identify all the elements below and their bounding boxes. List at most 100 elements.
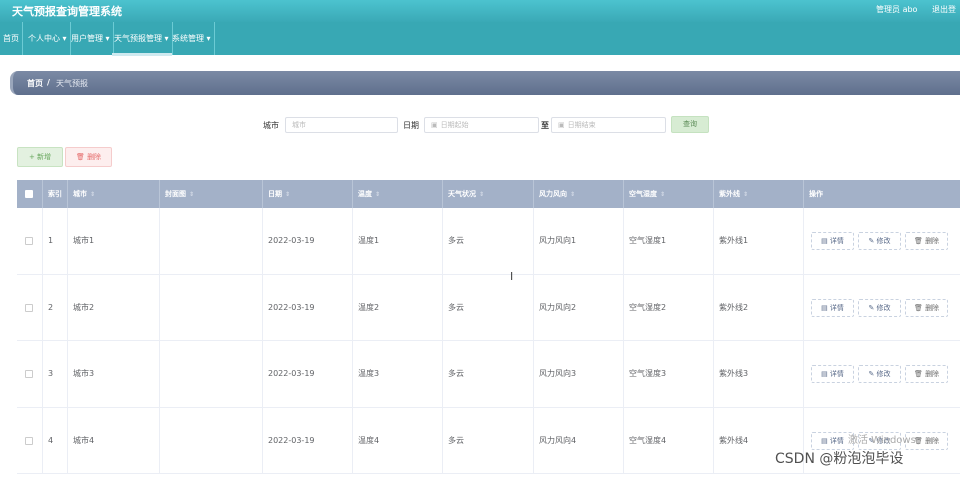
calendar-icon: ▣ [558, 121, 565, 129]
cell-cover [159, 407, 262, 474]
col-weather-label: 天气状况 [448, 190, 476, 198]
detail-button[interactable]: ▤ 详情 [811, 365, 854, 383]
nav-personal-center[interactable]: 个人中心 ▾ [25, 22, 71, 55]
cell-temp: 温度1 [352, 208, 442, 274]
sort-icon: ⇕ [375, 191, 381, 198]
col-cover-label: 封面图 [165, 190, 186, 198]
cell-date: 2022-03-19 [262, 407, 352, 474]
cell-temp: 温度2 [352, 274, 442, 341]
col-uv[interactable]: 紫外线 ⇕ [713, 180, 803, 208]
cell-wind: 风力风向4 [533, 407, 623, 474]
cell-city: 城市3 [67, 341, 159, 407]
date-start-input[interactable]: ▣ 日期起始 [424, 117, 539, 133]
col-wind-label: 风力风向 [539, 190, 567, 198]
cell-wind: 风力风向3 [533, 341, 623, 407]
col-humidity[interactable]: 空气湿度 ⇕ [623, 180, 713, 208]
edit-button[interactable]: ✎ 修改 [858, 232, 901, 250]
batch-delete-button[interactable]: 🗑 删除 [65, 147, 112, 167]
delete-button[interactable]: 🗑 删除 [905, 365, 948, 383]
nav-home[interactable]: 首页 [0, 22, 23, 55]
delete-label: 删除 [925, 370, 940, 378]
logout-link[interactable]: 退出登 [932, 5, 956, 14]
trash-icon: 🗑 [913, 303, 923, 312]
detail-label: 详情 [829, 436, 844, 445]
nav-active-indicator [112, 53, 172, 56]
sort-icon: ⇕ [570, 191, 576, 198]
cell-uv: 紫外线2 [713, 274, 803, 341]
cell-date: 2022-03-19 [262, 274, 352, 341]
row-checkbox[interactable] [25, 303, 33, 312]
cell-index: 2 [42, 274, 67, 341]
row-checkbox[interactable] [25, 436, 33, 445]
edit-icon: ✎ [868, 370, 875, 378]
detail-button[interactable]: ▤ 详情 [811, 232, 854, 250]
trash-icon: 🗑 [913, 237, 923, 245]
cell-wind: 风力风向2 [533, 274, 623, 341]
trash-icon: 🗑 [75, 153, 85, 161]
trash-icon: 🗑 [913, 370, 923, 378]
admin-label[interactable]: 管理员 abo [876, 5, 917, 14]
edit-label: 修改 [876, 303, 891, 312]
cell-temp: 温度3 [352, 341, 442, 407]
cell-city: 城市2 [67, 274, 159, 341]
windows-activation-watermark: 激活 Windows [848, 435, 916, 446]
select-all-checkbox[interactable] [25, 190, 33, 198]
cell-index: 3 [42, 341, 67, 407]
cell-humidity: 空气湿度3 [623, 341, 713, 407]
text-cursor-icon: I [510, 270, 514, 283]
col-humidity-label: 空气湿度 [629, 190, 657, 198]
date-start-placeholder: 日期起始 [440, 121, 469, 129]
detail-icon: ▤ [821, 370, 828, 378]
cell-index: 1 [42, 208, 67, 274]
col-cover[interactable]: 封面图 ⇕ [159, 180, 262, 208]
table-row: 2 城市2 2022-03-19 温度2 多云 风力风向2 空气湿度2 紫外线2… [17, 274, 960, 341]
sort-icon: ⇕ [90, 191, 96, 198]
detail-button[interactable]: ▤ 详情 [811, 298, 854, 317]
col-actions: 操作 [803, 180, 960, 208]
edit-button[interactable]: ✎ 修改 [858, 298, 901, 317]
date-range-separator: 至 [541, 121, 549, 130]
edit-icon: ✎ [868, 237, 875, 245]
top-right-area: 管理员 abo 退出登 [864, 4, 956, 15]
nav-user-management[interactable]: 用户管理 ▾ [68, 22, 114, 55]
cell-weather: 多云 [442, 274, 533, 341]
detail-label: 详情 [829, 303, 844, 312]
nav-system-management[interactable]: 系统管理 ▾ [169, 22, 215, 55]
col-date[interactable]: 日期 ⇕ [262, 180, 352, 208]
delete-button[interactable]: 🗑 删除 [905, 298, 948, 317]
col-temp[interactable]: 温度 ⇕ [352, 180, 442, 208]
city-input[interactable]: 城市 [285, 117, 398, 133]
edit-label: 修改 [876, 237, 891, 245]
col-city-label: 城市 [73, 190, 87, 198]
cell-humidity: 空气湿度1 [623, 208, 713, 274]
breadcrumb-home[interactable]: 首页 [27, 78, 43, 89]
col-city[interactable]: 城市 ⇕ [67, 180, 159, 208]
add-button[interactable]: + 新增 [17, 147, 63, 167]
delete-button[interactable]: 🗑 删除 [905, 232, 948, 250]
breadcrumb-current: 天气预报 [56, 79, 88, 88]
col-temp-label: 温度 [358, 190, 372, 198]
app-title: 天气预报查询管理系统 [12, 5, 122, 18]
search-button[interactable]: 查询 [671, 116, 709, 133]
edit-icon: ✎ [868, 303, 875, 312]
sort-icon: ⇕ [285, 191, 291, 198]
col-uv-label: 紫外线 [719, 190, 740, 198]
nav-weather-management[interactable]: 天气预报管理 ▾ [111, 22, 173, 55]
sort-icon: ⇕ [660, 191, 666, 198]
col-wind[interactable]: 风力风向 ⇕ [533, 180, 623, 208]
row-checkbox[interactable] [25, 237, 33, 245]
csdn-watermark: CSDN @粉泡泡毕设 [775, 451, 904, 467]
cell-weather: 多云 [442, 407, 533, 474]
edit-button[interactable]: ✎ 修改 [858, 365, 901, 383]
col-weather[interactable]: 天气状况 ⇕ [442, 180, 533, 208]
table-row: 1 城市1 2022-03-19 温度1 多云 风力风向1 空气湿度1 紫外线1… [17, 208, 960, 275]
row-checkbox[interactable] [25, 370, 33, 378]
cell-cover [159, 208, 262, 274]
date-end-input[interactable]: ▣ 日期结束 [551, 117, 666, 133]
cell-uv: 紫外线3 [713, 341, 803, 407]
calendar-icon: ▣ [431, 121, 438, 129]
cell-index: 4 [42, 407, 67, 474]
batch-delete-label: 删除 [87, 153, 102, 161]
cell-wind: 风力风向1 [533, 208, 623, 274]
city-placeholder: 城市 [292, 121, 306, 129]
